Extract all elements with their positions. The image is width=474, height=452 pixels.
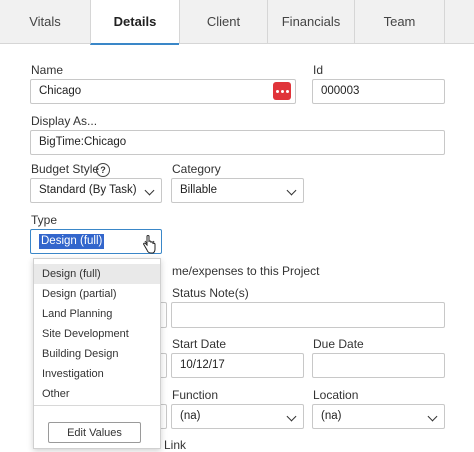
type-option-building-design[interactable]: Building Design bbox=[34, 344, 160, 364]
type-value: Design (full) bbox=[39, 234, 105, 249]
chevron-down-icon bbox=[286, 411, 297, 422]
edit-values-button[interactable]: Edit Values bbox=[48, 422, 141, 443]
type-option-design-full[interactable]: Design (full) bbox=[34, 264, 160, 284]
type-dropdown-menu: Design (full) Design (partial) Land Plan… bbox=[33, 258, 161, 449]
id-label: Id bbox=[313, 63, 324, 77]
display-as-field[interactable]: BigTime:Chicago bbox=[30, 130, 445, 155]
category-label: Category bbox=[172, 162, 221, 176]
type-option-land-planning[interactable]: Land Planning bbox=[34, 304, 160, 324]
category-value: Billable bbox=[180, 184, 218, 196]
start-date-label: Start Date bbox=[172, 337, 227, 351]
chevron-down-icon bbox=[144, 185, 155, 196]
name-field[interactable]: Chicago bbox=[30, 79, 296, 104]
tab-client[interactable]: Client bbox=[179, 0, 267, 44]
tab-bar: Vitals Details Client Financials Team bbox=[0, 0, 474, 45]
function-label: Function bbox=[172, 388, 219, 402]
location-value: (na) bbox=[321, 410, 342, 422]
start-date-value: 10/12/17 bbox=[180, 359, 225, 371]
type-option-design-partial[interactable]: Design (partial) bbox=[34, 284, 160, 304]
help-icon[interactable]: ? bbox=[96, 163, 110, 177]
tab-details[interactable]: Details bbox=[90, 0, 179, 45]
id-field[interactable]: 000003 bbox=[312, 79, 445, 104]
tab-financials[interactable]: Financials bbox=[267, 0, 354, 44]
status-notes-field[interactable] bbox=[171, 302, 445, 328]
function-value: (na) bbox=[180, 410, 201, 422]
link-label: Link bbox=[164, 438, 187, 452]
type-option-site-development[interactable]: Site Development bbox=[34, 324, 160, 344]
location-select[interactable]: (na) bbox=[312, 404, 445, 429]
name-label: Name bbox=[31, 63, 64, 77]
divider bbox=[34, 405, 160, 406]
type-label: Type bbox=[31, 213, 58, 227]
chevron-down-icon bbox=[427, 411, 438, 422]
function-select[interactable]: (na) bbox=[171, 404, 304, 429]
status-notes-label: Status Note(s) bbox=[172, 286, 249, 300]
type-option-investigation[interactable]: Investigation bbox=[34, 364, 160, 384]
display-as-value: BigTime:Chicago bbox=[39, 136, 127, 148]
post-to-project-text: me/expenses to this Project bbox=[172, 264, 320, 278]
chevron-down-icon bbox=[286, 185, 297, 196]
tab-overflow bbox=[444, 0, 474, 44]
display-as-label: Display As... bbox=[31, 114, 98, 128]
id-value: 000003 bbox=[321, 85, 360, 97]
start-date-field[interactable]: 10/12/17 bbox=[171, 353, 304, 378]
due-date-field[interactable] bbox=[312, 353, 445, 378]
tab-vitals[interactable]: Vitals bbox=[0, 0, 90, 44]
type-option-other[interactable]: Other bbox=[34, 384, 160, 404]
budget-style-select[interactable]: Standard (By Task) bbox=[30, 178, 162, 203]
name-value: Chicago bbox=[39, 85, 82, 97]
hand-cursor-icon bbox=[142, 235, 156, 254]
category-select[interactable]: Billable bbox=[171, 178, 304, 203]
budget-style-label: Budget Style bbox=[31, 162, 100, 176]
tab-team[interactable]: Team bbox=[354, 0, 444, 44]
location-label: Location bbox=[313, 388, 359, 402]
due-date-label: Due Date bbox=[313, 337, 364, 351]
budget-style-value: Standard (By Task) bbox=[39, 184, 137, 196]
more-options-button[interactable] bbox=[273, 82, 291, 100]
